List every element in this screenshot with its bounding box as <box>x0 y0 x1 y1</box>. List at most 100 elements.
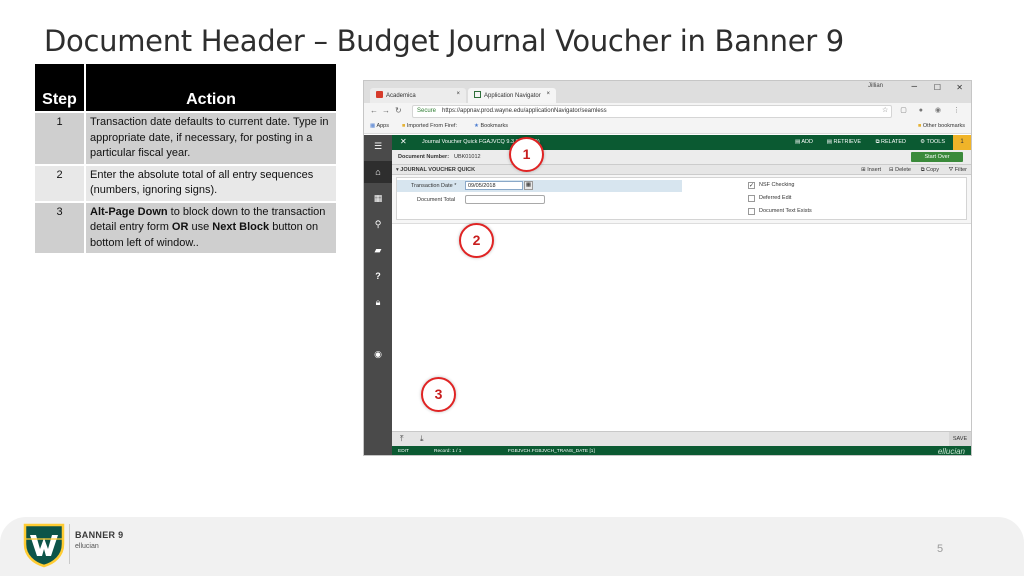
copy-button[interactable]: ⧉ Copy <box>921 167 939 174</box>
step-row: 3 Alt-Page Down to block down to the tran… <box>35 200 336 253</box>
step-number: 1 <box>35 111 86 165</box>
key-block-bar: Document Number: UBK01012 Start Over <box>392 150 971 164</box>
document-total-input[interactable] <box>465 195 545 204</box>
browser-tab-bar: Academica × Application Navigator × Jill… <box>364 81 971 103</box>
document-text-exists-checkbox[interactable] <box>748 208 755 215</box>
journal-voucher-panel: Transaction Date * 09/05/2018 ▦ Document… <box>396 177 967 220</box>
add-button[interactable]: ▤ ADD <box>795 139 813 145</box>
status-record: Record: 1 / 1 <box>434 449 462 454</box>
tab-academica[interactable]: Academica × <box>370 88 466 103</box>
star-icon: ★ <box>474 123 479 129</box>
logo-divider <box>69 524 70 564</box>
status-field: FGBJVCH.FGBJVCH_TRANS_DATE [1] <box>508 449 595 454</box>
bookmark-apps[interactable]: ▦ Apps <box>370 123 389 129</box>
tab-application-navigator[interactable]: Application Navigator × <box>468 88 556 103</box>
retrieve-label: RETRIEVE <box>833 139 861 145</box>
action-column-header: Action <box>85 64 336 112</box>
bookmark-imported[interactable]: ■ Imported From Firef: <box>402 123 457 129</box>
step-action-text: use <box>188 221 213 233</box>
bookmark-bookmarks[interactable]: ★ Bookmarks <box>474 123 508 129</box>
callout-2: 2 <box>459 223 494 258</box>
retrieve-button[interactable]: ▤ RETRIEVE <box>827 139 861 145</box>
extension-icons[interactable]: ☆ ▢ ● ◉ ⋮ <box>882 106 965 114</box>
banner-application: ☰ ⌂ ▦ ⚲ ▰ ? 🔒︎ ◉ ✕ Journal Voucher Quick… <box>364 135 971 455</box>
url-field[interactable]: Secure https://appnav.prod.wayne.edu/appl… <box>412 105 892 118</box>
applications-grid-icon[interactable]: ▦ <box>364 187 392 209</box>
menu-icon[interactable]: ☰ <box>364 135 392 157</box>
panel-title-text: JOURNAL VOUCHER QUICK <box>400 167 476 173</box>
deferred-edit-checkbox[interactable] <box>748 195 755 202</box>
bookmark-other[interactable]: ■ Other bookmarks <box>918 123 965 129</box>
close-window-icon[interactable]: ✕ <box>956 83 963 92</box>
document-number-value: UBK01012 <box>454 154 481 160</box>
save-button[interactable]: SAVE <box>949 432 971 447</box>
delete-label: Delete <box>895 167 911 173</box>
start-over-button[interactable]: Start Over <box>911 152 963 162</box>
notification-badge[interactable]: 1 <box>953 135 971 150</box>
collapse-caret-icon[interactable]: ▾ <box>396 167 399 173</box>
close-form-icon[interactable]: ✕ <box>400 137 407 146</box>
bookmark-label: Imported From Firef: <box>406 123 457 129</box>
delete-icon: ⊟ <box>888 167 894 173</box>
journal-voucher-panel-header: ▾ JOURNAL VOUCHER QUICK ⊞ Insert ⊟ Delet… <box>392 164 971 175</box>
banner9-logo-text: BANNER 9 <box>75 530 124 540</box>
step-action-emphasis: Next Block <box>212 221 270 233</box>
callout-3: 3 <box>421 377 456 412</box>
insert-button[interactable]: ⊞ Insert <box>861 167 881 173</box>
add-label: ADD <box>801 139 813 145</box>
minimize-icon[interactable]: – <box>911 81 917 92</box>
bookmark-label: Apps <box>376 123 389 129</box>
slide-title: Document Header – Budget Journal Voucher… <box>44 24 844 58</box>
maximize-icon[interactable]: ☐ <box>934 83 941 92</box>
add-doc-icon: ▤ <box>794 139 801 145</box>
copy-icon: ⧉ <box>920 167 925 173</box>
nsf-checking-checkbox[interactable]: ✓ <box>748 182 755 189</box>
filter-icon: ⛛ <box>948 167 954 173</box>
home-icon[interactable]: ⌂ <box>364 161 392 183</box>
deferred-edit-label: Deferred Edit <box>759 195 792 201</box>
next-block-icon[interactable]: ⤓ <box>420 434 424 444</box>
forward-icon[interactable]: → <box>382 106 390 115</box>
folder-icon: ■ <box>402 123 406 129</box>
tools-gear-icon: ⚙ <box>920 139 926 145</box>
recent-folder-icon[interactable]: ▰ <box>364 239 392 261</box>
panel-title: ▾ JOURNAL VOUCHER QUICK <box>396 167 475 173</box>
related-label: RELATED <box>881 139 906 145</box>
tab-close-icon[interactable]: × <box>456 91 460 97</box>
step-row: 1 Transaction date defaults to current da… <box>35 111 336 165</box>
back-icon[interactable]: ← <box>370 106 378 115</box>
help-icon[interactable]: ? <box>364 265 392 287</box>
calendar-icon[interactable]: ▦ <box>524 181 533 190</box>
document-number-label: Document Number: <box>398 154 450 160</box>
tools-button[interactable]: ⚙ TOOLS <box>920 139 945 145</box>
retrieve-icon: ▤ <box>826 139 832 145</box>
page-number: 5 <box>937 543 944 555</box>
step-number: 3 <box>35 200 86 253</box>
transaction-date-input[interactable]: 09/05/2018 <box>465 181 523 190</box>
related-button[interactable]: ⧉ RELATED <box>876 139 906 146</box>
banner-left-nav: ☰ ⌂ ▦ ⚲ ▰ ? 🔒︎ ◉ <box>364 135 392 455</box>
nsf-checking-label: NSF Checking <box>759 182 795 188</box>
lock-icon[interactable]: 🔒︎ <box>364 291 392 313</box>
search-icon[interactable]: ⚲ <box>364 213 392 235</box>
step-action-emphasis: Alt-Page Down <box>90 205 168 218</box>
insert-label: Insert <box>867 167 881 173</box>
user-profile-icon[interactable]: ◉ <box>364 343 392 365</box>
form-header-bar: ✕ Journal Voucher Quick FGAJVCQ 9.3.8 (P… <box>392 135 971 150</box>
delete-button[interactable]: ⊟ Delete <box>889 167 911 173</box>
document-text-exists-label: Document Text Exists <box>759 208 812 214</box>
tab-close-icon[interactable]: × <box>546 91 550 97</box>
reload-icon[interactable]: ↻ <box>395 106 402 115</box>
step-action-emphasis: OR <box>171 221 189 233</box>
previous-block-icon[interactable]: ⤒ <box>400 434 404 444</box>
bookmarks-bar: ▦ Apps ■ Imported From Firef: ★ Bookmark… <box>364 120 971 134</box>
filter-button[interactable]: ⛛ Filter <box>949 167 967 174</box>
wayne-state-shield-icon <box>23 523 65 568</box>
status-mode: EDIT <box>398 449 409 454</box>
browser-profile-name[interactable]: Jillian <box>868 83 883 89</box>
slide-footer <box>0 517 1024 576</box>
academica-favicon-icon <box>376 91 383 98</box>
apps-grid-icon: ▦ <box>370 123 376 129</box>
step-action: Transaction date defaults to current dat… <box>85 111 336 165</box>
related-icon: ⧉ <box>875 139 880 145</box>
